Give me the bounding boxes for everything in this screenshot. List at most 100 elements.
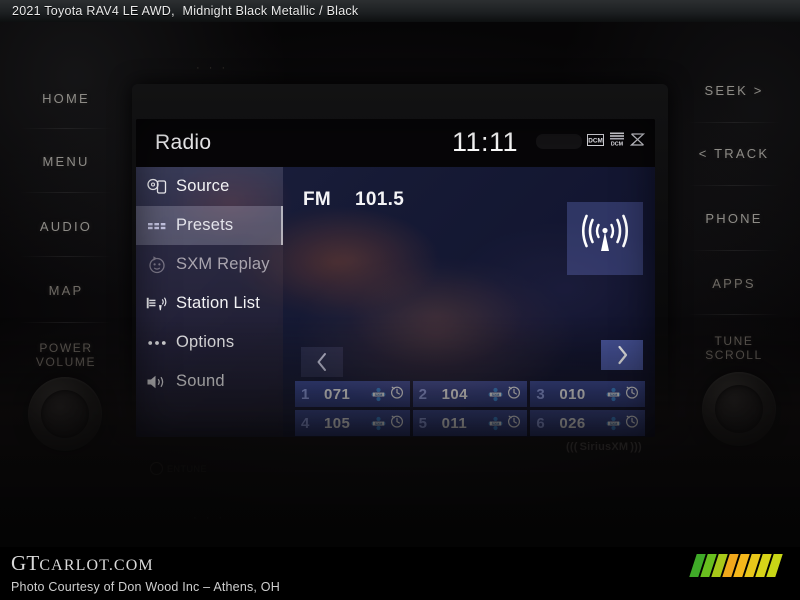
entune-text: ENTUNE [167, 463, 208, 474]
sxm-replay-icon [146, 255, 168, 275]
button-divider [688, 122, 780, 123]
hard-button-audio[interactable]: AUDIO [0, 219, 132, 235]
preset-channel: 011 [441, 414, 468, 432]
menu-item-station-list[interactable]: Station List [136, 284, 283, 323]
preset-channel: 071 [324, 385, 351, 403]
dash-dots-top: · · · [196, 62, 229, 74]
caption-bar: 2021 Toyota RAV4 LE AWD, Midnight Black … [0, 0, 800, 22]
preset-icons: SXM [488, 385, 521, 404]
sxm-badge-icon: SXM [606, 387, 621, 402]
hard-button-home[interactable]: HOME [0, 91, 132, 107]
button-divider [20, 128, 112, 129]
page-title: Radio [155, 131, 212, 154]
menu-label-station-list: Station List [176, 294, 261, 312]
preset-number: 4 [301, 414, 310, 432]
preset-button-6[interactable]: 6 026 SXM [530, 410, 645, 436]
screen-header-bar: Radio 11:11 DCM DCM [136, 119, 655, 167]
clock-icon [390, 385, 404, 404]
next-page-button[interactable] [601, 340, 643, 370]
dcm-signal-icon: DCM [609, 131, 625, 152]
hard-button-phone[interactable]: PHONE [668, 211, 800, 227]
preset-channel: 104 [441, 385, 468, 403]
svg-text:SXM: SXM [610, 421, 618, 425]
entune-brand-label: ENTUNE [150, 462, 207, 475]
caption-colors: Midnight Black Metallic / Black [182, 4, 359, 18]
button-divider [20, 322, 112, 323]
hard-button-tune-scroll[interactable]: TUNE SCROLL [668, 334, 800, 363]
clock-icon [625, 385, 639, 404]
preset-button-1[interactable]: 1 071 SXM [295, 381, 410, 407]
button-divider [688, 250, 780, 251]
svg-text:SXM: SXM [492, 392, 500, 396]
siriusxm-brand-label: ((( SiriusXM ))) [566, 441, 642, 453]
power-label: POWER [39, 341, 93, 355]
station-list-icon [146, 294, 168, 314]
radio-main-panel: FM 101.5 1 071 SXM 2 104 SXM 3 010 SXM 4… [283, 167, 655, 437]
dash-dots-bottom: · · · [193, 512, 226, 524]
left-hard-button-column: HOME MENU AUDIO MAP POWER VOLUME [0, 22, 132, 547]
sxm-badge-icon: SXM [488, 416, 503, 431]
preset-button-3[interactable]: 3 010 SXM [530, 381, 645, 407]
speaker-sound-icon [146, 372, 168, 392]
preset-number: 6 [536, 414, 545, 432]
preset-icons: SXM [371, 385, 404, 404]
hard-button-menu[interactable]: MENU [0, 154, 132, 170]
status-icon-tray: DCM DCM [536, 131, 646, 152]
preset-button-2[interactable]: 2 104 SXM [412, 381, 528, 407]
volume-knob[interactable] [28, 377, 102, 451]
svg-text:DCM: DCM [611, 142, 624, 147]
preset-icons: SXM [488, 414, 521, 433]
source-disc-icon [146, 177, 168, 197]
button-divider [20, 256, 112, 257]
band-frequency-row: FM 101.5 [303, 189, 404, 211]
menu-item-presets[interactable]: Presets [136, 206, 283, 245]
dashboard-photo: · · · · · · HOME MENU AUDIO MAP POWER VO… [0, 22, 800, 547]
photo-credit: Photo Courtesy of Don Wood Inc – Athens,… [11, 580, 280, 594]
vehicle-caption: 2021 Toyota RAV4 LE AWD, Midnight Black … [0, 4, 358, 18]
preset-channel: 105 [324, 414, 351, 432]
infotainment-screen[interactable]: Radio 11:11 DCM DCM Source Presets SXM R… [136, 119, 655, 437]
menu-item-sound[interactable]: Sound [136, 362, 283, 401]
preset-icons: SXM [606, 414, 639, 433]
logo-gt: GT [11, 551, 40, 575]
hard-button-track[interactable]: < TRACK [668, 146, 800, 162]
button-divider [688, 185, 780, 186]
menu-item-source[interactable]: Source [136, 167, 283, 206]
preset-number: 5 [418, 414, 427, 432]
scroll-label: SCROLL [705, 347, 763, 362]
menu-item-options[interactable]: Options [136, 323, 283, 362]
preset-button-5[interactable]: 5 011 SXM [412, 410, 528, 436]
site-logo: GTCARLOT.COM [11, 551, 154, 576]
status-pill [536, 134, 582, 149]
hard-button-power-volume[interactable]: POWER VOLUME [0, 341, 132, 370]
previous-page-button[interactable] [301, 347, 343, 377]
hard-button-apps[interactable]: APPS [668, 276, 800, 292]
preset-button-4[interactable]: 4 105 SXM [295, 410, 410, 436]
tune-scroll-knob[interactable] [702, 372, 776, 446]
sxm-badge-icon: SXM [371, 416, 386, 431]
menu-label-sxm-replay: SXM Replay [176, 255, 270, 273]
clock-icon [507, 385, 521, 404]
preset-number: 2 [418, 385, 427, 403]
clock-display: 11:11 [452, 127, 519, 157]
preset-icons: SXM [606, 385, 639, 404]
hard-button-seek[interactable]: SEEK > [668, 83, 800, 99]
menu-label-sound: Sound [176, 372, 225, 390]
preset-number: 1 [301, 385, 310, 403]
sxm-badge-icon: SXM [488, 387, 503, 402]
hard-button-map[interactable]: MAP [0, 283, 132, 299]
siriusxm-text: SiriusXM [579, 441, 629, 453]
preset-channel: 026 [559, 414, 586, 432]
preset-channel: 010 [559, 385, 586, 403]
preset-grid: 1 071 SXM 2 104 SXM 3 010 SXM 4 105 SXM … [295, 381, 645, 436]
frequency-label: 101.5 [355, 189, 405, 210]
menu-item-sxm-replay[interactable]: SXM Replay [136, 245, 283, 284]
right-hard-button-column: SEEK > < TRACK PHONE APPS TUNE SCROLL [668, 22, 800, 547]
entune-logo-icon [150, 462, 163, 475]
menu-label-source: Source [176, 177, 230, 195]
volume-label: VOLUME [35, 354, 97, 369]
watermark-bar: GTCARLOT.COM Photo Courtesy of Don Wood … [0, 547, 800, 600]
svg-text:DCM: DCM [588, 137, 603, 144]
caption-vehicle: 2021 Toyota RAV4 LE AWD, [12, 4, 175, 18]
svg-text:SXM: SXM [610, 392, 618, 396]
